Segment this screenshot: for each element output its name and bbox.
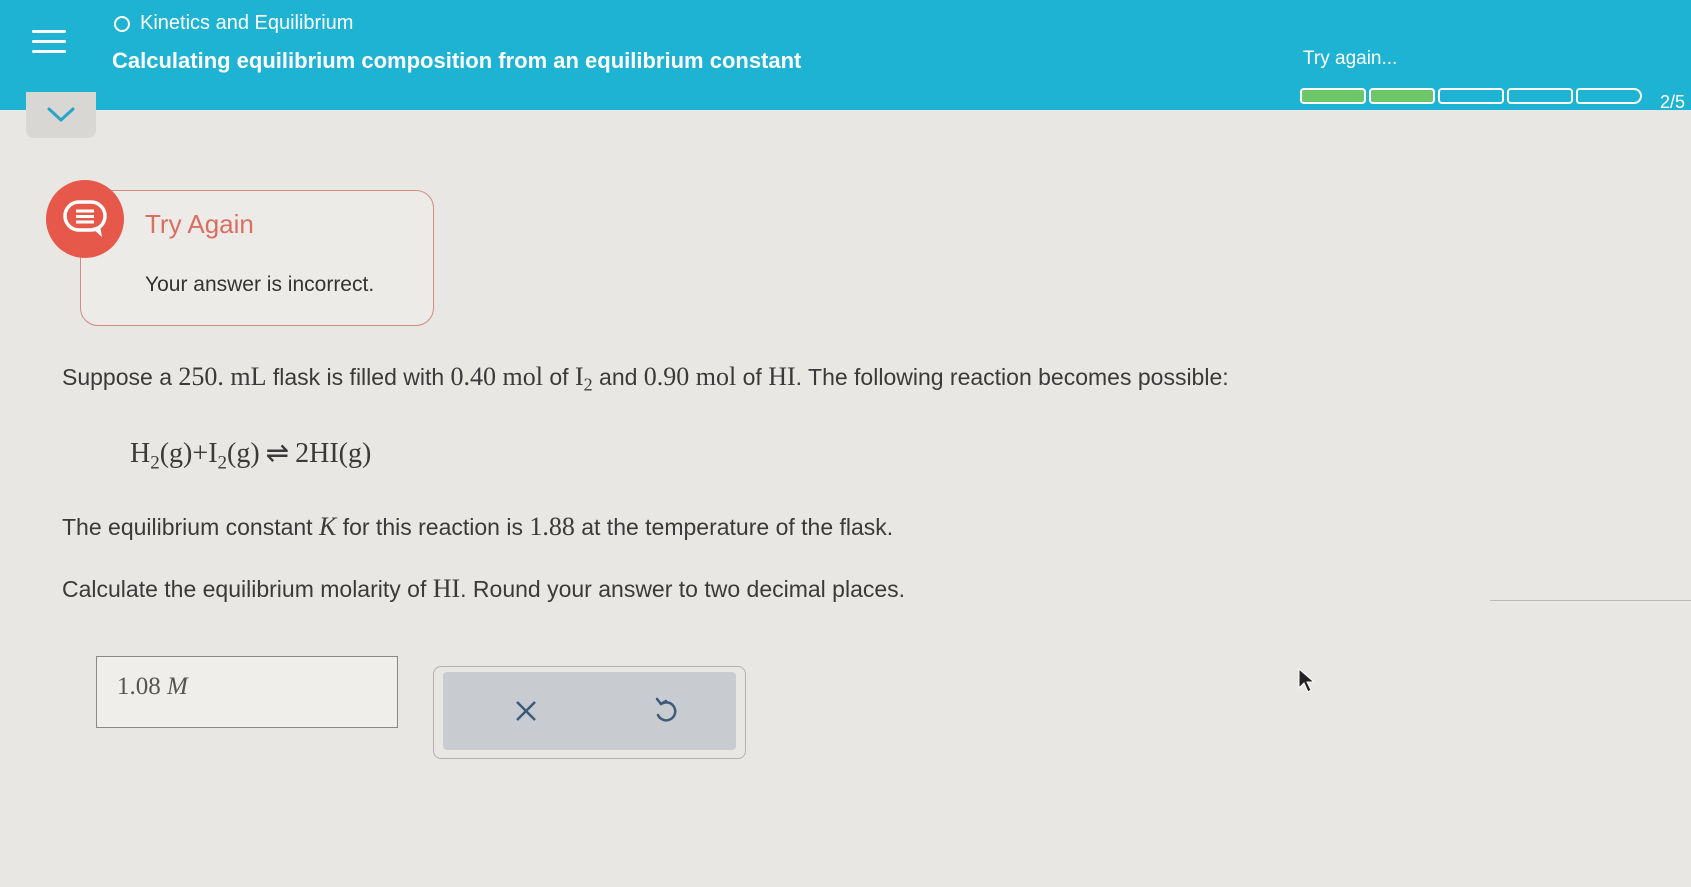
equation-part: H: [130, 438, 151, 469]
answer-unit: M: [167, 673, 188, 700]
status-text: Try again...: [1303, 48, 1398, 69]
equation-part: 2HI(g): [295, 438, 372, 469]
progress-bar: [1300, 88, 1642, 104]
top-bar: Kinetics and Equilibrium Calculating equ…: [0, 0, 1691, 112]
progress-segment: [1576, 88, 1642, 104]
topic-circle-icon: [114, 15, 130, 32]
progress-segment: [1507, 88, 1573, 104]
answer-value: 1.08 M: [117, 673, 188, 701]
question-text-segment: of: [543, 364, 575, 390]
topic-label[interactable]: Kinetics and Equilibrium: [114, 12, 353, 35]
equation-part: I: [208, 438, 218, 469]
reaction-equation: H2(g)+I2(g) ⇌ 2HI(g): [130, 436, 371, 475]
clear-button[interactable]: [501, 686, 551, 736]
question-text-segment: for this reaction is: [336, 514, 530, 540]
k-symbol: K: [318, 512, 337, 541]
progress-segment: [1300, 88, 1366, 104]
subscript: 2: [583, 374, 593, 395]
feedback-message: Your answer is incorrect.: [145, 273, 375, 296]
mouse-cursor-icon: [1298, 668, 1316, 693]
hi-formula: HI: [768, 362, 796, 391]
question-text-segment: flask is filled with: [266, 364, 451, 390]
iodine-moles: 0.40 mol: [450, 362, 543, 391]
undo-button[interactable]: [641, 686, 691, 736]
instruction-text: Calculate the equilibrium molarity of HI…: [62, 574, 905, 604]
k-value: 1.88: [529, 512, 575, 541]
question-text-segment: Calculate the equilibrium molarity of: [62, 576, 433, 602]
page-title: Calculating equilibrium composition from…: [112, 48, 802, 73]
equilibrium-arrow: ⇌: [265, 438, 290, 469]
feedback-chat-icon: [46, 180, 124, 258]
progress-segment: [1438, 88, 1504, 104]
equilibrium-constant-text: The equilibrium constant K for this reac…: [62, 512, 893, 542]
menu-icon[interactable]: [22, 14, 76, 68]
question-text-segment: at the temperature of the flask.: [574, 514, 894, 540]
subscript: 2: [217, 452, 228, 474]
question-text-segment: and: [592, 364, 644, 390]
question-text-segment: Suppose a: [62, 364, 179, 390]
question-text-segment: . The following reaction becomes possibl…: [795, 364, 1229, 390]
flask-volume: 250. mL: [178, 362, 267, 391]
equation-part: (g): [227, 438, 260, 469]
answer-tools: [443, 672, 736, 750]
question-text-segment: . Round your answer to two decimal place…: [460, 576, 906, 602]
iodine-formula: I: [574, 362, 584, 391]
close-icon: [516, 701, 536, 721]
hi-formula: HI: [432, 574, 461, 603]
equation-part: (g)+: [159, 438, 209, 469]
question-text: Suppose a 250. mL flask is filled with 0…: [62, 362, 1229, 396]
progress-segment: [1369, 88, 1435, 104]
question-text-segment: of: [736, 364, 769, 390]
chevron-down-icon: [47, 107, 75, 122]
answer-input[interactable]: 1.08 M: [96, 656, 398, 728]
divider: [1490, 600, 1691, 601]
progress-count: 2/5: [1660, 92, 1686, 112]
collapse-button[interactable]: [26, 92, 96, 138]
feedback-title: Try Again: [145, 209, 254, 239]
subscript: 2: [150, 452, 160, 474]
answer-number: 1.08: [117, 673, 161, 700]
topic-text: Kinetics and Equilibrium: [140, 12, 354, 34]
question-text-segment: The equilibrium constant: [62, 514, 319, 540]
undo-icon: [655, 697, 677, 722]
hi-moles: 0.90 mol: [643, 362, 737, 391]
feedback-panel: Try Again Your answer is incorrect.: [80, 190, 434, 326]
